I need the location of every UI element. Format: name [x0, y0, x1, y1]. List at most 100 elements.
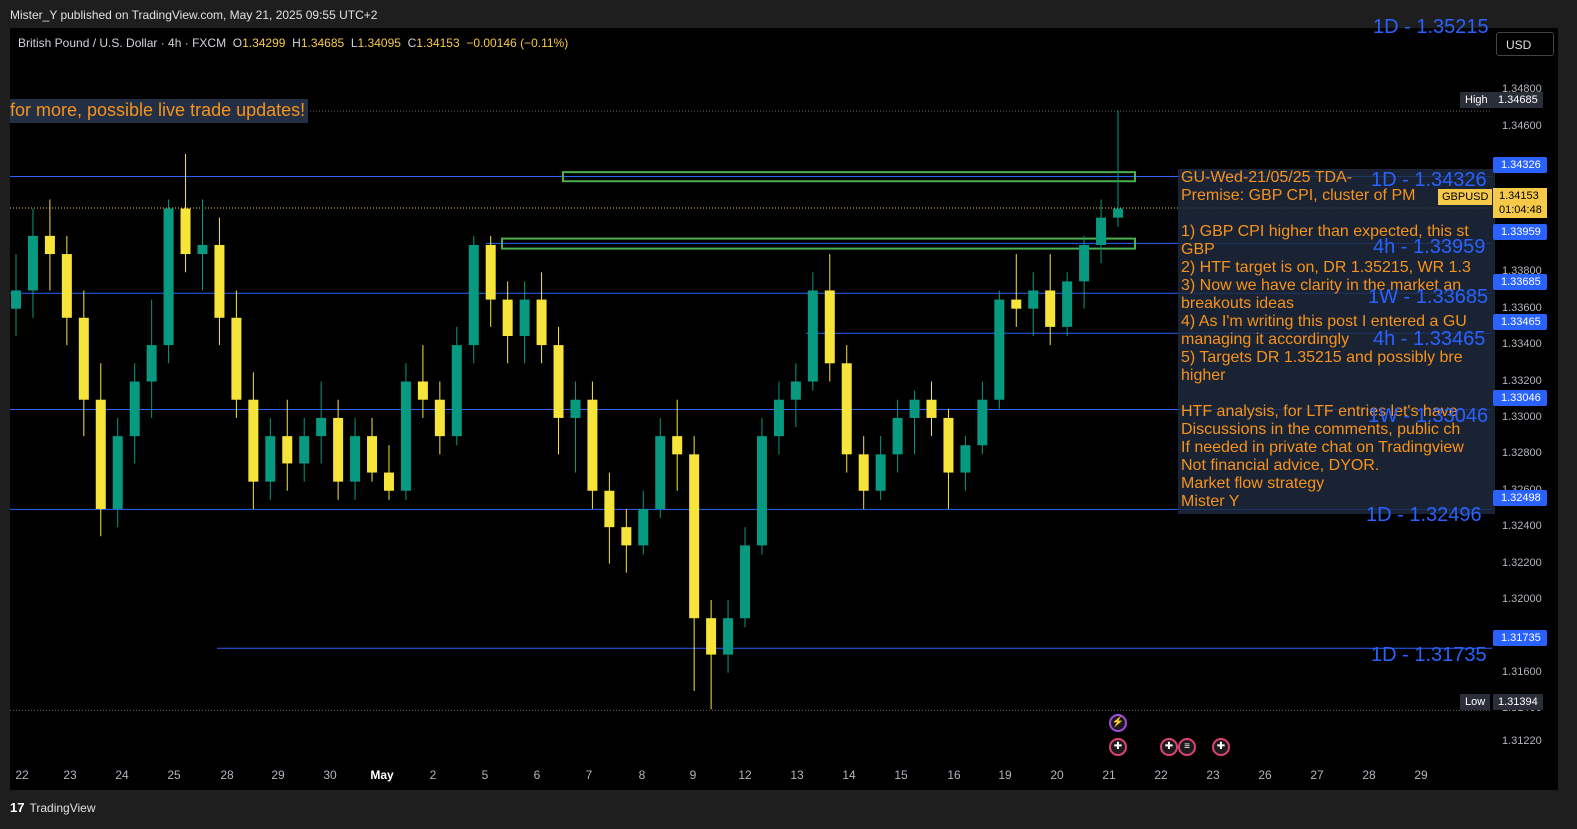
high-value: 1.34685 [300, 36, 345, 50]
us-flag-event-icon[interactable]: ≡ [1178, 738, 1196, 756]
time-tick-label: 29 [1414, 768, 1428, 782]
candle-body [231, 317, 242, 400]
price-axis[interactable]: USD 1.348001.346001.344001.342001.340001… [1492, 28, 1558, 790]
level-label-4h-lower: 4h - 1.33465 [1373, 328, 1486, 350]
publisher-bar: Mister_Y published on TradingView.com, M… [0, 0, 1577, 28]
footer-bar: 17 TradingView [0, 795, 1577, 829]
price-tag: 1.31735 [1493, 630, 1547, 646]
candle-body [146, 345, 157, 382]
level-label-1d-target: 1D - 1.35215 [1373, 16, 1489, 38]
time-tick-label: 5 [481, 768, 489, 782]
note-line: Not financial advice, DYOR. [1181, 457, 1380, 474]
open-value: 1.34299 [242, 36, 286, 50]
candle-body [909, 399, 920, 418]
candle-body [417, 381, 428, 400]
current-price-tag: 1.34153 01:04:48 [1493, 188, 1547, 218]
time-tick-label: 25 [167, 768, 181, 782]
candle-body [790, 381, 801, 400]
candle-body [1062, 281, 1073, 327]
level-label-1w-lower: 1W - 1.33046 [1368, 405, 1489, 427]
price-tag: 1.32498 [1493, 490, 1547, 506]
candle-body [706, 618, 717, 655]
note-line: If needed in private chat on Tradingview [1181, 439, 1464, 456]
candle-body [265, 436, 276, 482]
note-line: 2) HTF target is on, DR 1.35215, WR 1.3 [1181, 259, 1471, 276]
low-value: 1.34095 [357, 36, 401, 50]
time-tick-label: 13 [790, 768, 804, 782]
time-tick-label: May [370, 768, 394, 782]
time-tick-label: 26 [1258, 768, 1272, 782]
change-value: −0.00146 (−0.11%) [466, 36, 569, 50]
time-tick-label: 19 [998, 768, 1012, 782]
candle-body [943, 417, 954, 473]
candle-body [587, 399, 598, 491]
tradingview-logo-icon: 17 [10, 800, 25, 815]
uk-flag-event-icon[interactable]: ✚ [1160, 738, 1178, 756]
candle-body [756, 436, 767, 546]
time-tick-label: 14 [842, 768, 856, 782]
price-tag: 1.33959 [1493, 224, 1547, 240]
price-tick-label: 1.32200 [1502, 556, 1542, 569]
uk-flag-event-icon[interactable]: ✚ [1109, 738, 1127, 756]
candle-body [740, 545, 751, 619]
candle-body [451, 345, 462, 437]
candle-body [248, 399, 259, 482]
candle-body [214, 244, 225, 318]
candle-body [570, 399, 581, 418]
chart-area[interactable]: British Pound / U.S. Dollar · 4h · FXCM … [10, 16, 1558, 790]
level-label-4h-upper: 4h - 1.33959 [1373, 236, 1486, 258]
time-tick-label: 15 [894, 768, 908, 782]
candle-body [1096, 217, 1107, 245]
price-tick-label: 1.32800 [1502, 447, 1542, 460]
candle-body [773, 399, 784, 437]
candle-body [621, 527, 632, 546]
candle-body [689, 454, 700, 619]
level-label-1d-mid: 1D - 1.32496 [1366, 504, 1482, 526]
time-tick-label: 2 [429, 768, 437, 782]
time-tick-label: 6 [533, 768, 541, 782]
candle-body [129, 381, 140, 437]
candle-body [316, 417, 327, 437]
note-line: higher [1181, 367, 1226, 384]
candle-body [858, 454, 869, 491]
time-tick-label: 23 [63, 768, 77, 782]
candle-body [400, 381, 411, 491]
time-tick-label: 20 [1050, 768, 1064, 782]
time-tick-label: 27 [1310, 768, 1324, 782]
candle-body [197, 244, 208, 255]
candle-body [485, 244, 496, 300]
time-tick-label: 29 [271, 768, 285, 782]
tradingview-logo-text: TradingView [29, 800, 96, 815]
candle-body [841, 363, 852, 455]
time-tick-label: 28 [1362, 768, 1376, 782]
tradingview-logo[interactable]: 17 TradingView [10, 800, 96, 815]
candle-body [282, 436, 293, 464]
uk-flag-event-icon[interactable]: ✚ [1212, 738, 1230, 756]
price-tick-label: 1.33200 [1502, 374, 1542, 387]
candle-body [44, 235, 55, 255]
time-tick-label: 23 [1206, 768, 1220, 782]
candle-body [807, 290, 818, 382]
symbol-name: British Pound / U.S. Dollar · 4h · FXCM [18, 36, 227, 50]
candle-body [892, 417, 903, 455]
candle-body [519, 299, 530, 336]
price-tick-label: 1.32400 [1502, 520, 1542, 533]
candle-body [333, 417, 344, 482]
high-label: High [1460, 92, 1493, 108]
candle-body [536, 299, 547, 346]
candle-body [553, 345, 564, 418]
price-tag: 1.33465 [1493, 314, 1547, 330]
candle-body [723, 618, 734, 655]
high-price-tag: 1.34685 [1493, 92, 1543, 108]
candle-body [180, 208, 191, 255]
lightning-event-icon[interactable]: ⚡ [1109, 714, 1127, 732]
time-tick-label: 12 [738, 768, 752, 782]
price-tag: 1.33685 [1493, 274, 1547, 290]
candle-body [672, 436, 683, 455]
price-tick-label: 1.33400 [1502, 338, 1542, 351]
currency-button[interactable]: USD [1496, 32, 1554, 56]
candle-body [11, 290, 21, 309]
candle-body [655, 436, 666, 509]
time-tick-label: 21 [1102, 768, 1116, 782]
time-tick-label: 16 [947, 768, 961, 782]
